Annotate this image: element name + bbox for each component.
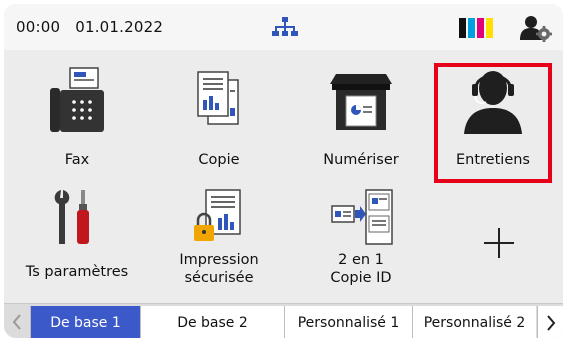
printer-home-screen: 00:00 01.01.2022 Fax Copie Numériser Ent… (4, 4, 563, 338)
app-label-line2: Copie ID (330, 270, 392, 286)
app-label-line1: 2 en 1 (338, 252, 384, 268)
time-label: 00:00 (16, 18, 61, 36)
app-id-copy[interactable]: 2 en 1 Copie ID (306, 186, 416, 316)
copy-icon (164, 66, 274, 156)
network-icon[interactable] (272, 16, 298, 38)
app-label: Numériser (323, 152, 399, 168)
tab-label: Personnalisé 1 (297, 314, 400, 331)
tab-scroll-right-button[interactable] (537, 306, 563, 338)
scan-icon (306, 66, 416, 156)
app-settings[interactable]: Ts paramètres (22, 186, 132, 316)
tab-personnalise-2[interactable]: Personnalisé 2 (412, 306, 536, 338)
tab-de-base-1[interactable]: De base 1 (30, 306, 140, 338)
tab-label: De base 1 (50, 314, 121, 331)
tab-de-base-2[interactable]: De base 2 (140, 306, 284, 338)
tab-label: Personnalisé 2 (423, 314, 526, 331)
app-label-line2: sécurisée (184, 270, 254, 286)
app-label: Copie (198, 152, 240, 168)
date-label: 01.01.2022 (75, 18, 164, 36)
fax-icon (22, 66, 132, 156)
app-label: Fax (64, 152, 90, 168)
app-scan[interactable]: Numériser (306, 66, 416, 196)
selection-highlight (434, 63, 552, 183)
chevron-right-icon (547, 314, 556, 331)
tab-bar: De base 1 De base 2 Personnalisé 1 Perso… (4, 303, 563, 338)
admin-settings-icon[interactable] (520, 14, 552, 42)
tab-scroll-left-button[interactable] (4, 304, 30, 338)
app-copy[interactable]: Copie (164, 66, 274, 196)
app-label: Ts paramètres (25, 264, 129, 280)
tab-personnalise-1[interactable]: Personnalisé 1 (284, 306, 412, 338)
ink-levels-icon[interactable] (459, 16, 493, 40)
app-label-line1: Impression (179, 252, 259, 268)
app-fax[interactable]: Fax (22, 66, 132, 196)
chevron-left-icon (12, 313, 21, 330)
tools-icon (22, 186, 132, 276)
add-shortcut-icon[interactable] (482, 226, 516, 260)
tab-label: De base 2 (177, 314, 248, 331)
app-secure-print[interactable]: Impression sécurisée (164, 186, 274, 316)
date-time: 00:00 01.01.2022 (16, 18, 173, 36)
status-bar: 00:00 01.01.2022 (4, 4, 563, 50)
